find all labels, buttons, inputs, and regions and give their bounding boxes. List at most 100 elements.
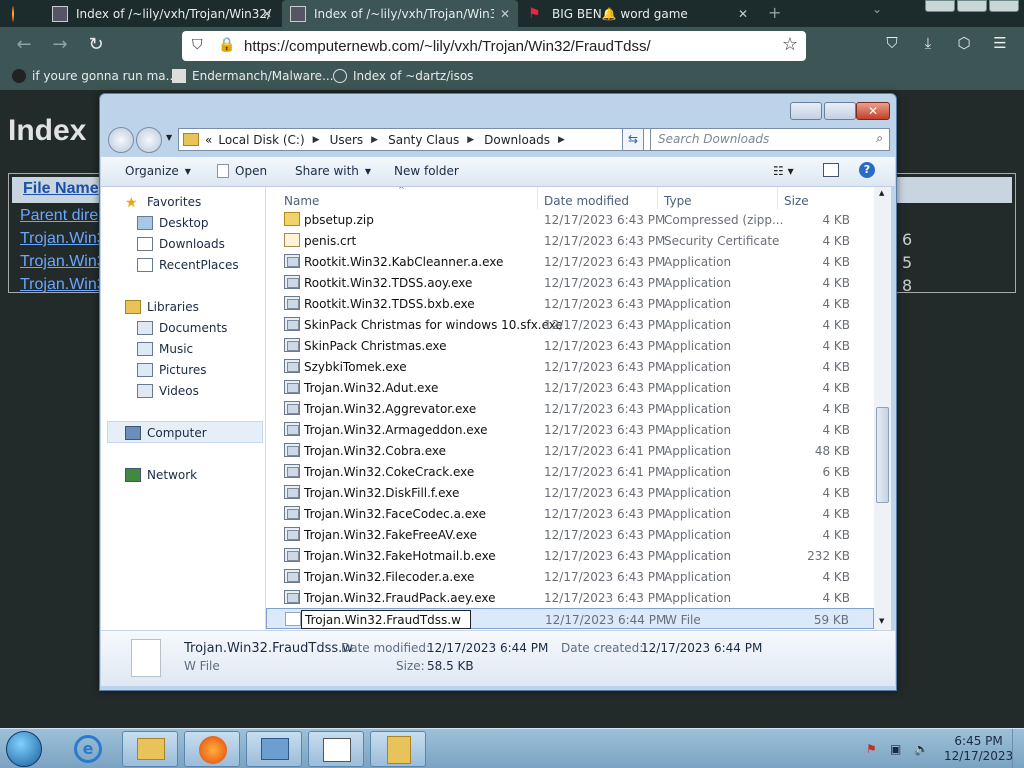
close-tab-icon[interactable]: ✕ [262, 7, 272, 21]
nav-recent-places[interactable]: RecentPlaces [137, 258, 239, 272]
maximize-button[interactable] [824, 102, 856, 120]
open-button[interactable]: Open [217, 164, 267, 178]
breadcrumb-users[interactable]: Users [330, 133, 364, 147]
view-options-icon[interactable]: ☷ ▾ [773, 164, 794, 178]
file-row[interactable]: Trojan.Win32.FaceCodec.a.exe 12/17/2023 6… [266, 503, 874, 524]
bookmark-2[interactable]: Endermanch/Malware... [172, 69, 334, 83]
column-name[interactable]: Name ^ [278, 187, 538, 209]
extensions-icon[interactable]: ⬡ [952, 34, 976, 52]
close-tab-icon[interactable]: ✕ [738, 7, 748, 21]
file-link[interactable]: Trojan.Win3 [20, 276, 106, 294]
chevron-right-icon[interactable]: ▶ [558, 135, 565, 145]
nav-downloads[interactable]: Downloads [137, 237, 225, 251]
scroll-thumb[interactable] [876, 407, 889, 503]
minimize-button[interactable] [790, 102, 822, 120]
forward-button[interactable] [136, 127, 162, 153]
file-row[interactable]: SkinPack Christmas for windows 10.sfx.ex… [266, 314, 874, 335]
network-tray-icon[interactable]: ▣ [890, 742, 901, 756]
column-size[interactable]: Size [778, 187, 858, 209]
column-type[interactable]: Type [658, 187, 778, 209]
file-row[interactable]: Trojan.Win32.Adut.exe 12/17/2023 6:43 PM A… [266, 377, 874, 398]
recent-pages-icon[interactable]: ▼ [166, 133, 172, 142]
nav-network[interactable]: Network [125, 468, 197, 482]
nav-libraries[interactable]: Libraries [125, 300, 199, 314]
breadcrumb-santy-claus[interactable]: Santy Claus [388, 133, 459, 147]
preview-pane-icon[interactable] [823, 163, 839, 177]
back-button[interactable] [108, 127, 134, 153]
action-center-icon[interactable]: ⚑ [866, 742, 877, 756]
forward-icon[interactable]: → [48, 34, 72, 55]
url-bar[interactable]: ⛉ 🔒 https://computernewb.com/~lily/vxh/T… [182, 31, 806, 61]
reload-icon[interactable]: ↻ [84, 34, 108, 55]
volume-icon[interactable]: 🔈 [914, 742, 929, 756]
file-link[interactable]: Trojan.Win3 [20, 230, 106, 248]
nav-favorites[interactable]: ★ Favorites [125, 195, 201, 211]
new-tab-icon[interactable]: + [768, 3, 781, 22]
bookmark-star-icon[interactable]: ☆ [782, 34, 798, 55]
file-name-sort-link[interactable]: File Name [23, 180, 99, 198]
close-button[interactable]: ✕ [856, 102, 890, 120]
help-icon[interactable]: ? [859, 162, 875, 178]
list-tabs-icon[interactable]: ⌄ [872, 2, 882, 16]
nav-videos[interactable]: Videos [137, 384, 199, 398]
nav-pictures[interactable]: Pictures [137, 363, 207, 377]
downloads-icon[interactable]: ⤓ [916, 34, 940, 52]
taskbar-downloads-button[interactable] [370, 731, 426, 767]
file-row[interactable]: Rootkit.Win32.KabCleanner.a.exe 12/17/202… [266, 251, 874, 272]
file-row[interactable]: SkinPack Christmas.exe 12/17/2023 6:43 PM… [266, 335, 874, 356]
vertical-scrollbar[interactable]: ▲ ▼ [874, 187, 891, 630]
search-input[interactable]: Search Downloads ⌕ [650, 128, 890, 151]
chevron-right-icon[interactable]: ▶ [467, 135, 474, 145]
breadcrumb-downloads[interactable]: Downloads [484, 133, 550, 147]
nav-computer[interactable]: Computer [125, 426, 207, 440]
scroll-down-icon[interactable]: ▼ [879, 617, 884, 625]
menu-icon[interactable]: ☰ [988, 34, 1012, 52]
file-row[interactable]: Trojan.Win32.FakeFreeAV.exe 12/17/2023 6:… [266, 524, 874, 545]
refresh-button[interactable]: ⇆ [622, 128, 644, 151]
share-with-button[interactable]: Share with ▼ [295, 164, 371, 178]
taskbar-firefox-button[interactable] [184, 731, 240, 767]
nav-desktop[interactable]: Desktop [137, 216, 209, 230]
file-row[interactable]: pbsetup.zip 12/17/2023 6:43 PM Compressed … [266, 209, 874, 230]
file-row[interactable]: Trojan.Win32.FakeHotmail.b.exe 12/17/2023… [266, 545, 874, 566]
tab-2[interactable]: Index of /~lily/vxh/Trojan/Win32/I ✕ [282, 0, 518, 27]
tab-1[interactable]: Index of /~lily/vxh/Trojan/Win32/ ✕ [44, 0, 280, 27]
file-row[interactable]: Trojan.Win32.Aggrevator.exe 12/17/2023 6:… [266, 398, 874, 419]
file-row[interactable]: penis.crt 12/17/2023 6:43 PM Security Cert… [266, 230, 874, 251]
chevron-right-icon[interactable]: ▶ [371, 135, 378, 145]
file-row[interactable]: Trojan.Win32.DiskFill.f.exe 12/17/2023 6:… [266, 482, 874, 503]
browser-close-button[interactable] [989, 0, 1019, 12]
close-tab-icon[interactable]: ✕ [500, 7, 510, 21]
file-link[interactable]: Trojan.Win3 [20, 253, 106, 271]
parent-directory-link[interactable]: Parent dire [20, 207, 98, 225]
chevron-right-icon[interactable]: ▶ [313, 135, 320, 145]
tab-3[interactable]: ⚑ BIG BEN🔔 word game ✕ [520, 0, 756, 27]
new-folder-button[interactable]: New folder [394, 164, 459, 178]
file-row[interactable]: Rootkit.Win32.TDSS.aoy.exe 12/17/2023 6:4… [266, 272, 874, 293]
bookmark-3[interactable]: Index of ~dartz/isos [333, 69, 473, 83]
nav-music[interactable]: Music [137, 342, 193, 356]
nav-documents[interactable]: Documents [137, 321, 227, 335]
clock[interactable]: 6:45 PM 12/17/2023 [944, 734, 1013, 764]
column-date[interactable]: Date modified [538, 187, 658, 209]
file-row[interactable]: Trojan.Win32.Armageddon.exe 12/17/2023 6:… [266, 419, 874, 440]
breadcrumb-overflow[interactable]: « [205, 133, 212, 147]
bookmark-1[interactable]: if youre gonna run ma... [12, 69, 177, 83]
breadcrumb-local-disk[interactable]: Local Disk (C:) [218, 133, 304, 147]
back-icon[interactable]: ← [12, 34, 36, 55]
taskbar-explorer-button[interactable] [122, 731, 178, 767]
file-row[interactable]: Trojan.Win32.CokeCrack.exe 12/17/2023 6:4… [266, 461, 874, 482]
start-button[interactable] [6, 731, 42, 767]
file-row[interactable]: Trojan.Win32.Filecoder.a.exe 12/17/2023 6… [266, 566, 874, 587]
address-bar[interactable]: « Local Disk (C:) ▶ Users ▶ Santy Claus … [178, 128, 690, 151]
taskbar-control-panel-button[interactable] [246, 731, 302, 767]
browser-minimize-button[interactable] [925, 0, 955, 12]
file-row[interactable]: Trojan.Win32.FraudPack.aey.exe 12/17/2023… [266, 587, 874, 608]
scroll-up-icon[interactable]: ▲ [879, 189, 884, 197]
firefox-menu-icon[interactable] [4, 0, 30, 27]
file-row[interactable]: Rootkit.Win32.TDSS.bxb.exe 12/17/2023 6:4… [266, 293, 874, 314]
internet-explorer-icon[interactable]: e [74, 735, 102, 763]
organize-button[interactable]: Organize ▼ [125, 164, 191, 178]
browser-maximize-button[interactable] [957, 0, 987, 12]
show-desktop-button[interactable] [1012, 729, 1024, 768]
